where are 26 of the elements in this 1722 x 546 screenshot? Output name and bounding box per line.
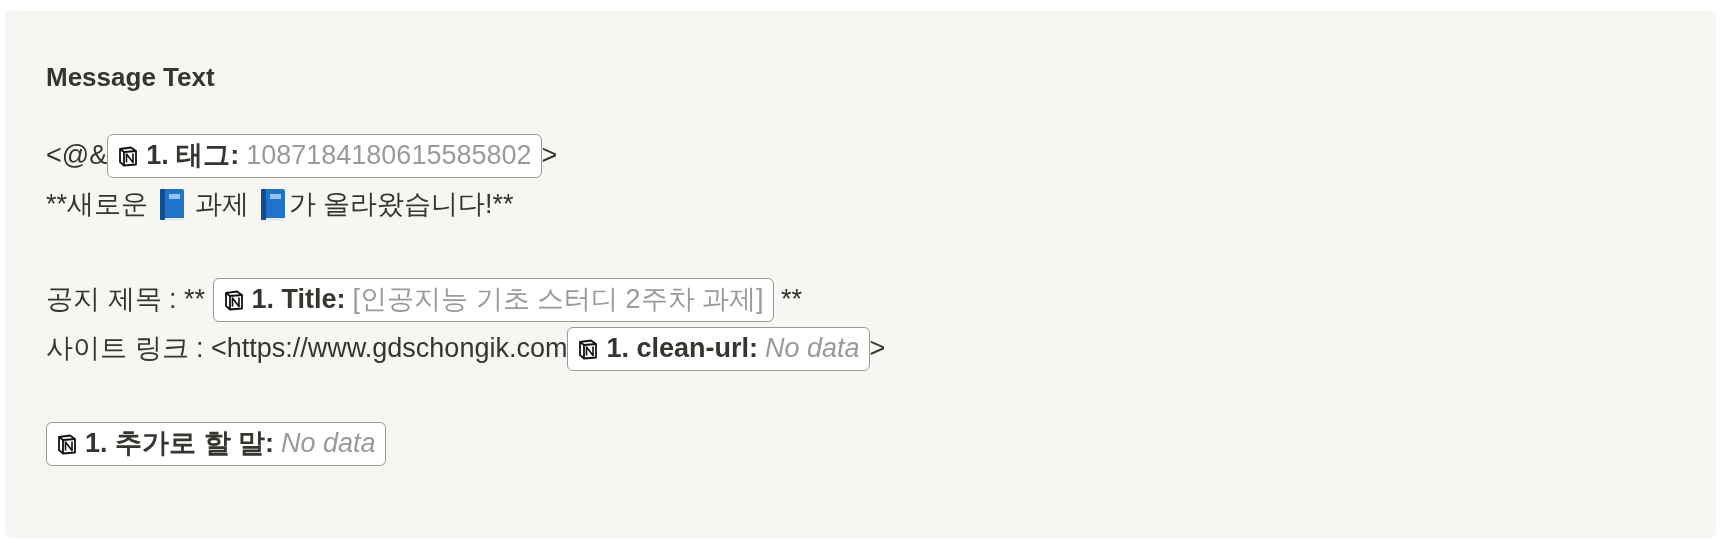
chip-label: 1. 태그: [146, 139, 240, 173]
message-text: 공지 제목 : ** [46, 283, 207, 317]
chip-value: No data [765, 332, 860, 366]
message-text: <@& [46, 139, 108, 173]
cube-icon [222, 288, 245, 311]
message-text: **새로운 [46, 188, 149, 222]
message-text: > [541, 139, 558, 173]
chip-value: 1087184180615585802 [246, 139, 532, 173]
chip-value: No data [281, 427, 376, 461]
message-text: ** [780, 283, 803, 317]
message-text: 과제 [194, 188, 251, 222]
cube-icon [577, 337, 600, 360]
message-text: 사이트 링크 : <https://www.gdschongik.com [46, 332, 568, 366]
variable-chip[interactable]: 1. Title: [인공지능 기초 스터디 2주차 과제] [212, 277, 774, 322]
variable-chip[interactable]: 1. clean-url: No data [567, 326, 870, 371]
variable-chip[interactable]: 1. 추가로 할 말: No data [46, 421, 386, 466]
chip-value: [인공지능 기초 스터디 2주차 과제] [352, 283, 764, 317]
message-text: > [869, 332, 886, 366]
message-text: 가 올라왔습니다!** [288, 188, 514, 222]
chip-label: 1. Title: [251, 283, 346, 317]
variable-chip[interactable]: 1. 태그: 1087184180615585802 [107, 133, 542, 178]
section-heading: Message Text [46, 62, 215, 92]
chip-label: 1. 추가로 할 말: [85, 427, 274, 461]
chip-label: 1. clean-url: [606, 332, 758, 366]
cube-icon [117, 144, 140, 167]
cube-icon [56, 432, 78, 455]
